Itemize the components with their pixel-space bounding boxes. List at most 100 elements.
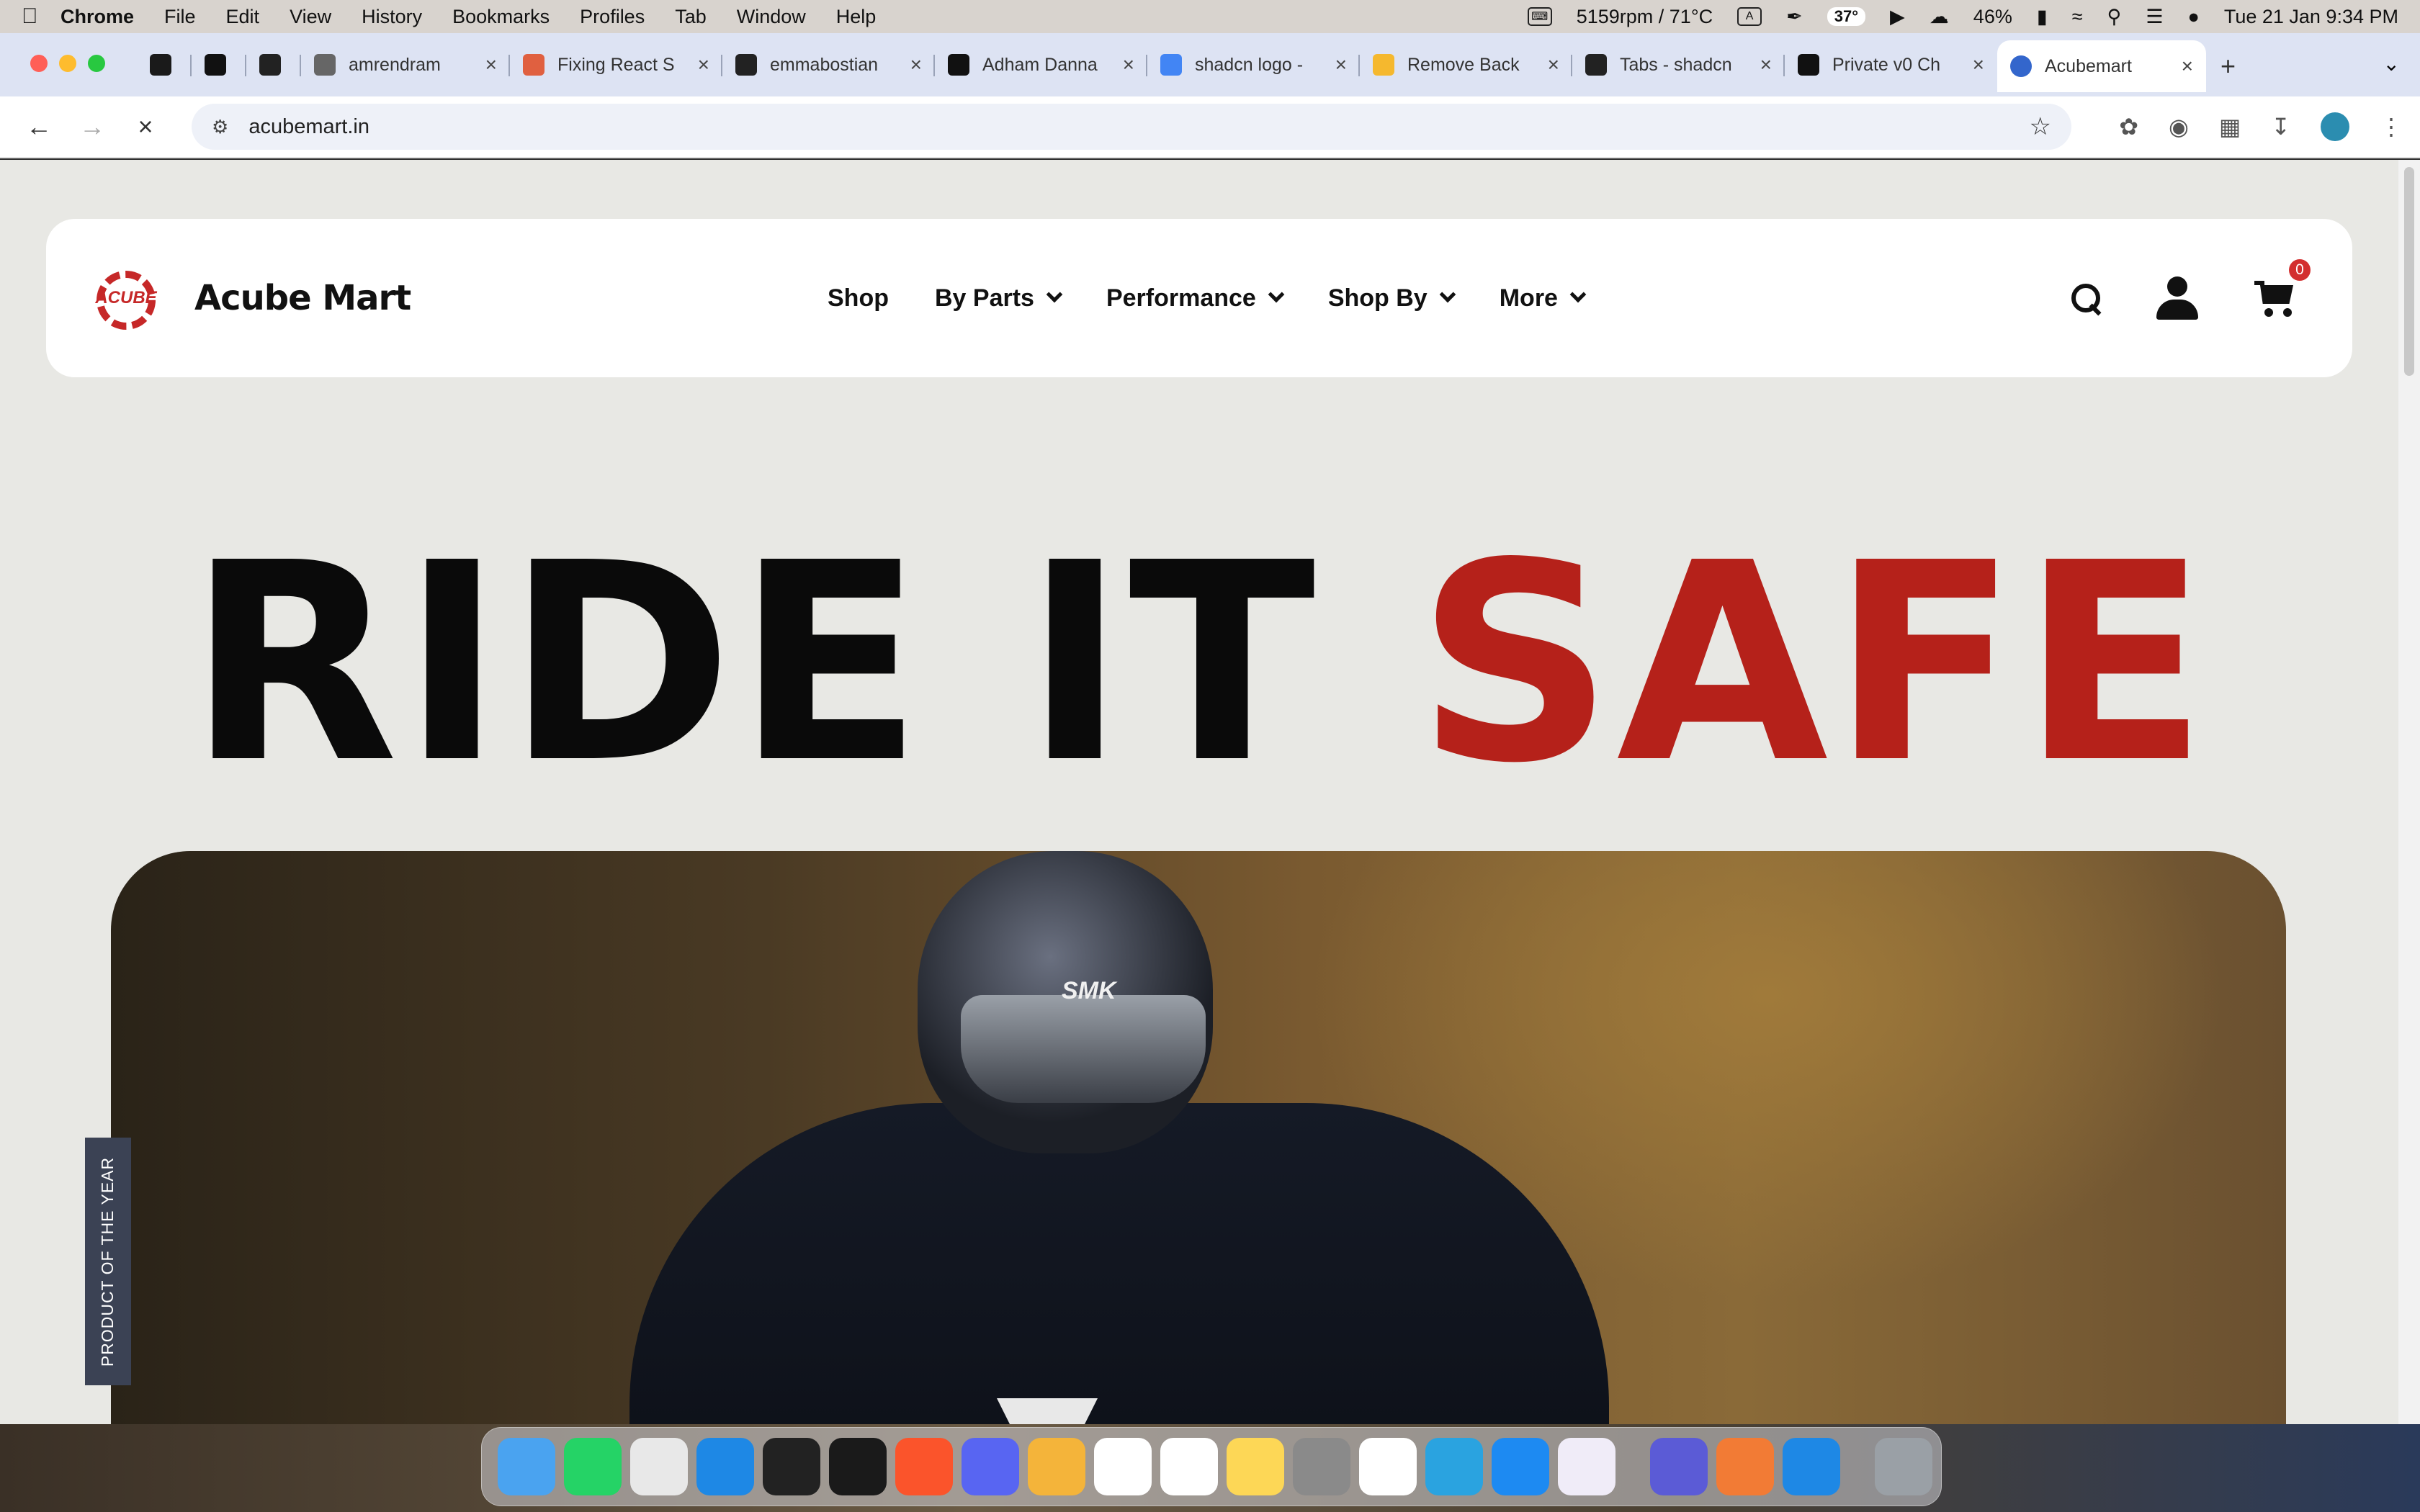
pen-icon[interactable]: ✒ bbox=[1786, 6, 1803, 28]
close-tab-icon[interactable]: × bbox=[1548, 53, 1559, 76]
menu-help[interactable]: Help bbox=[836, 6, 877, 28]
close-tab-icon[interactable]: × bbox=[1335, 53, 1347, 76]
extensions-puzzle-icon[interactable]: ▦ bbox=[2219, 113, 2241, 140]
close-tab-icon[interactable]: × bbox=[910, 53, 922, 76]
tab-pinned-3[interactable] bbox=[246, 43, 301, 86]
forward-button[interactable]: → bbox=[71, 112, 114, 142]
dock-app-vs-code-insiders-icon[interactable] bbox=[1783, 1438, 1840, 1495]
tab-remove-background[interactable]: Remove Back × bbox=[1360, 43, 1572, 86]
close-window-button[interactable] bbox=[30, 55, 48, 72]
input-source-icon[interactable]: A bbox=[1737, 7, 1762, 26]
tab-emmabostian[interactable]: emmabostian × bbox=[722, 43, 935, 86]
menubar-clock[interactable]: Tue 21 Jan 9:34 PM bbox=[2224, 6, 2398, 28]
dock-app-pencil-icon[interactable] bbox=[1716, 1438, 1774, 1495]
nav-more[interactable]: More bbox=[1500, 284, 1587, 312]
dock-app-notes-icon[interactable] bbox=[1227, 1438, 1284, 1495]
tab-adham-danna[interactable]: Adham Danna × bbox=[935, 43, 1147, 86]
menu-app-chrome[interactable]: Chrome bbox=[60, 6, 134, 28]
nav-performance[interactable]: Performance bbox=[1106, 284, 1285, 312]
scrollbar-thumb[interactable] bbox=[2404, 167, 2414, 376]
temperature-badge[interactable]: 37° bbox=[1827, 7, 1866, 26]
battery-icon[interactable]: ▮ bbox=[2037, 6, 2048, 28]
dock-app-sequel-icon[interactable] bbox=[1028, 1438, 1085, 1495]
site-info-icon[interactable]: ⚙ bbox=[212, 116, 228, 138]
menu-file[interactable]: File bbox=[164, 6, 196, 28]
tab-shadcn-logo[interactable]: shadcn logo - × bbox=[1147, 43, 1360, 86]
tab-fixing-react[interactable]: Fixing React S × bbox=[510, 43, 722, 86]
dock-app-telegram-icon[interactable] bbox=[1425, 1438, 1483, 1495]
chrome-menu-icon[interactable]: ⋮ bbox=[2380, 113, 2403, 140]
tab-private-v0[interactable]: Private v0 Ch × bbox=[1785, 43, 1997, 86]
control-center-icon[interactable]: ☰ bbox=[2146, 6, 2163, 28]
product-of-the-year-tab[interactable]: PRODUCT OF THE YEAR bbox=[85, 1138, 131, 1385]
new-tab-button[interactable]: + bbox=[2206, 43, 2250, 89]
dock-app-vs-code-icon[interactable] bbox=[696, 1438, 754, 1495]
profile-avatar[interactable] bbox=[2321, 112, 2349, 141]
stop-loading-button[interactable]: × bbox=[124, 112, 167, 142]
brand-name[interactable]: Acube Mart bbox=[194, 278, 411, 318]
keyboard-icon[interactable]: ⌨ bbox=[1527, 7, 1552, 26]
tab-favicon bbox=[1798, 54, 1819, 76]
cart-icon[interactable]: 0 bbox=[2254, 259, 2311, 318]
close-tab-icon[interactable]: × bbox=[1123, 53, 1134, 76]
tab-pinned-1[interactable] bbox=[137, 43, 192, 86]
dock-app-whatsapp-icon[interactable] bbox=[564, 1438, 622, 1495]
nav-shop[interactable]: Shop bbox=[828, 284, 889, 312]
tab-tabs-shadcn[interactable]: Tabs - shadcn × bbox=[1572, 43, 1785, 86]
wifi-icon[interactable]: ≈ bbox=[2072, 6, 2083, 28]
tab-amrendram[interactable]: amrendram × bbox=[301, 43, 510, 86]
address-bar[interactable]: ⚙ acubemart.in ☆ bbox=[192, 104, 2071, 150]
bug-extension-icon[interactable]: ✿ bbox=[2119, 113, 2138, 140]
bookmark-star-icon[interactable]: ☆ bbox=[2030, 112, 2051, 141]
camera-extension-icon[interactable]: ◉ bbox=[2169, 113, 2189, 140]
tab-pinned-2[interactable] bbox=[192, 43, 246, 86]
dock-app-linear-icon[interactable] bbox=[1650, 1438, 1708, 1495]
menu-profiles[interactable]: Profiles bbox=[580, 6, 645, 28]
dock-app-app-store-icon[interactable] bbox=[1492, 1438, 1549, 1495]
close-tab-icon[interactable]: × bbox=[485, 53, 497, 76]
menu-view[interactable]: View bbox=[290, 6, 331, 28]
dock-app-trash-icon[interactable] bbox=[1875, 1438, 1932, 1495]
back-button[interactable]: ← bbox=[17, 112, 60, 142]
apple-icon[interactable]:  bbox=[22, 4, 60, 29]
menu-tab[interactable]: Tab bbox=[675, 6, 707, 28]
dock-app-terminal-icon[interactable] bbox=[829, 1438, 887, 1495]
close-tab-icon[interactable]: × bbox=[1973, 53, 1984, 76]
downloads-icon[interactable]: ↧ bbox=[2271, 113, 2290, 140]
dock-app-brave-icon[interactable] bbox=[895, 1438, 953, 1495]
page-scrollbar[interactable] bbox=[2398, 160, 2420, 1424]
dock-app-arc-icon[interactable] bbox=[1558, 1438, 1615, 1495]
account-icon[interactable] bbox=[2156, 276, 2198, 320]
dock-app-system-settings-icon[interactable] bbox=[1293, 1438, 1350, 1495]
menu-history[interactable]: History bbox=[362, 6, 422, 28]
close-tab-icon[interactable]: × bbox=[1760, 53, 1772, 76]
site-brand[interactable]: ACUBE Acube Mart bbox=[86, 262, 411, 334]
minimize-window-button[interactable] bbox=[59, 55, 76, 72]
close-tab-icon[interactable]: × bbox=[2182, 55, 2193, 78]
menu-bookmarks[interactable]: Bookmarks bbox=[452, 6, 550, 28]
address-url[interactable]: acubemart.in bbox=[248, 115, 369, 139]
search-icon[interactable] bbox=[2071, 284, 2100, 312]
dock-app-cube-icon[interactable] bbox=[763, 1438, 820, 1495]
dock-app-discord-icon[interactable] bbox=[962, 1438, 1019, 1495]
dock-app-freeform-icon[interactable] bbox=[1359, 1438, 1417, 1495]
menu-window[interactable]: Window bbox=[737, 6, 806, 28]
tab-search-icon[interactable]: ⌄ bbox=[2383, 52, 2400, 76]
close-tab-icon[interactable]: × bbox=[698, 53, 709, 76]
siri-icon[interactable]: ● bbox=[2188, 6, 2200, 28]
hero-image: SMK bbox=[111, 851, 2286, 1424]
dock-app-chrome-icon[interactable] bbox=[630, 1438, 688, 1495]
nav-by-parts[interactable]: By Parts bbox=[935, 284, 1063, 312]
nav-shop-by[interactable]: Shop By bbox=[1328, 284, 1456, 312]
zoom-window-button[interactable] bbox=[88, 55, 105, 72]
menu-edit[interactable]: Edit bbox=[226, 6, 260, 28]
fan-status[interactable]: 5159rpm / 71°C bbox=[1577, 6, 1713, 28]
tab-acubemart[interactable]: Acubemart × bbox=[1997, 40, 2206, 92]
play-icon[interactable]: ▶ bbox=[1890, 6, 1905, 28]
spotlight-icon[interactable]: ⚲ bbox=[2107, 6, 2122, 28]
dock-app-finder-icon[interactable] bbox=[498, 1438, 555, 1495]
battery-percent[interactable]: 46% bbox=[1973, 6, 2012, 28]
elephant-icon[interactable]: ☁ bbox=[1930, 6, 1949, 28]
dock-app-reminders-icon[interactable] bbox=[1160, 1438, 1218, 1495]
dock-app-calendar-icon[interactable] bbox=[1094, 1438, 1152, 1495]
